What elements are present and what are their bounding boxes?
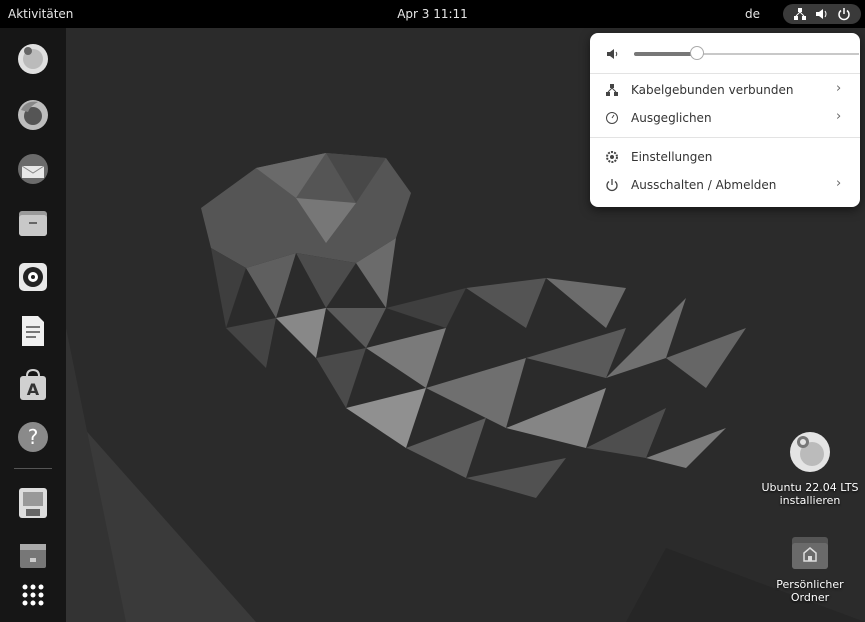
- help-icon: ?: [18, 422, 48, 452]
- network-icon: [606, 84, 618, 96]
- dock-thunderbird[interactable]: [14, 150, 52, 188]
- menu-item-label: Ausgeglichen: [631, 111, 712, 125]
- show-apps-button[interactable]: [14, 576, 52, 614]
- activities-button[interactable]: Aktivitäten: [8, 7, 73, 21]
- app-grid-icon: [22, 584, 44, 606]
- volume-row: [604, 43, 859, 63]
- volume-slider-handle[interactable]: [690, 46, 704, 60]
- software-bag-icon: A: [20, 368, 46, 400]
- power-profile-icon: [606, 112, 618, 124]
- installer-icon: [790, 432, 830, 472]
- dock-files[interactable]: [14, 204, 52, 242]
- settings-gear-icon: [606, 151, 618, 163]
- dock-software[interactable]: A: [14, 366, 52, 404]
- writer-icon: [22, 316, 44, 346]
- clock-button[interactable]: Apr 3 11:11: [397, 7, 468, 21]
- dock-rhythmbox[interactable]: [14, 258, 52, 296]
- keyboard-layout-indicator[interactable]: de: [745, 7, 760, 21]
- floppy-icon: [19, 488, 47, 518]
- dock-drive[interactable]: [14, 536, 52, 574]
- speaker-icon: [607, 49, 618, 59]
- menu-item-label: Ausschalten / Abmelden: [631, 178, 777, 192]
- desktop-icon-label-line2: installieren: [779, 494, 841, 507]
- menu-separator: [590, 73, 860, 74]
- menu-item-settings[interactable]: Einstellungen: [590, 145, 860, 169]
- dock-help[interactable]: ?: [14, 418, 52, 456]
- thunderbird-icon: [18, 154, 48, 184]
- desktop-icon-label-line1: Persönlicher: [776, 578, 844, 591]
- desktop-icon-label-line1: Ubuntu 22.04 LTS: [761, 481, 859, 494]
- desktop-icon-label-line2: Ordner: [790, 591, 830, 604]
- menu-item-label: Kabelgebunden verbunden: [631, 83, 794, 97]
- speaker-icon: [816, 9, 827, 19]
- desktop-icon-home-folder[interactable]: Persönlicher Ordner: [760, 535, 860, 604]
- menu-item-label: Einstellungen: [631, 150, 713, 164]
- desktop-icon-installer[interactable]: Ubuntu 22.04 LTS installieren: [760, 430, 860, 507]
- dock-save-drive[interactable]: [14, 484, 52, 522]
- installer-icon: [18, 44, 48, 74]
- dock: A ?: [0, 28, 66, 622]
- home-folder-icon: [792, 537, 828, 569]
- svg-text:?: ?: [28, 425, 39, 449]
- network-icon: [794, 8, 806, 20]
- folder-icon: [19, 211, 47, 236]
- svg-text:A: A: [27, 380, 40, 399]
- menu-separator: [590, 137, 860, 138]
- system-status-area[interactable]: [783, 4, 861, 24]
- chevron-right-icon: ›: [836, 176, 842, 191]
- top-bar: Aktivitäten Apr 3 11:11 de: [0, 0, 865, 28]
- dock-firefox[interactable]: [14, 96, 52, 134]
- dock-ubuntu-installer[interactable]: [14, 40, 52, 78]
- dock-writer[interactable]: [14, 312, 52, 350]
- chevron-right-icon: ›: [836, 81, 842, 96]
- quick-settings-menu: Kabelgebunden verbunden › Ausgeglichen ›…: [590, 33, 860, 207]
- power-icon: [838, 8, 850, 21]
- volume-slider-fill: [634, 52, 697, 56]
- menu-item-power-profile[interactable]: Ausgeglichen ›: [590, 106, 860, 130]
- power-icon: [606, 179, 618, 192]
- menu-item-power-off[interactable]: Ausschalten / Abmelden ›: [590, 173, 860, 197]
- dock-separator: [14, 468, 52, 469]
- menu-item-wired-network[interactable]: Kabelgebunden verbunden ›: [590, 78, 860, 102]
- rhythmbox-icon: [19, 263, 47, 291]
- firefox-icon: [18, 100, 48, 130]
- drive-icon: [20, 544, 46, 568]
- chevron-right-icon: ›: [836, 109, 842, 124]
